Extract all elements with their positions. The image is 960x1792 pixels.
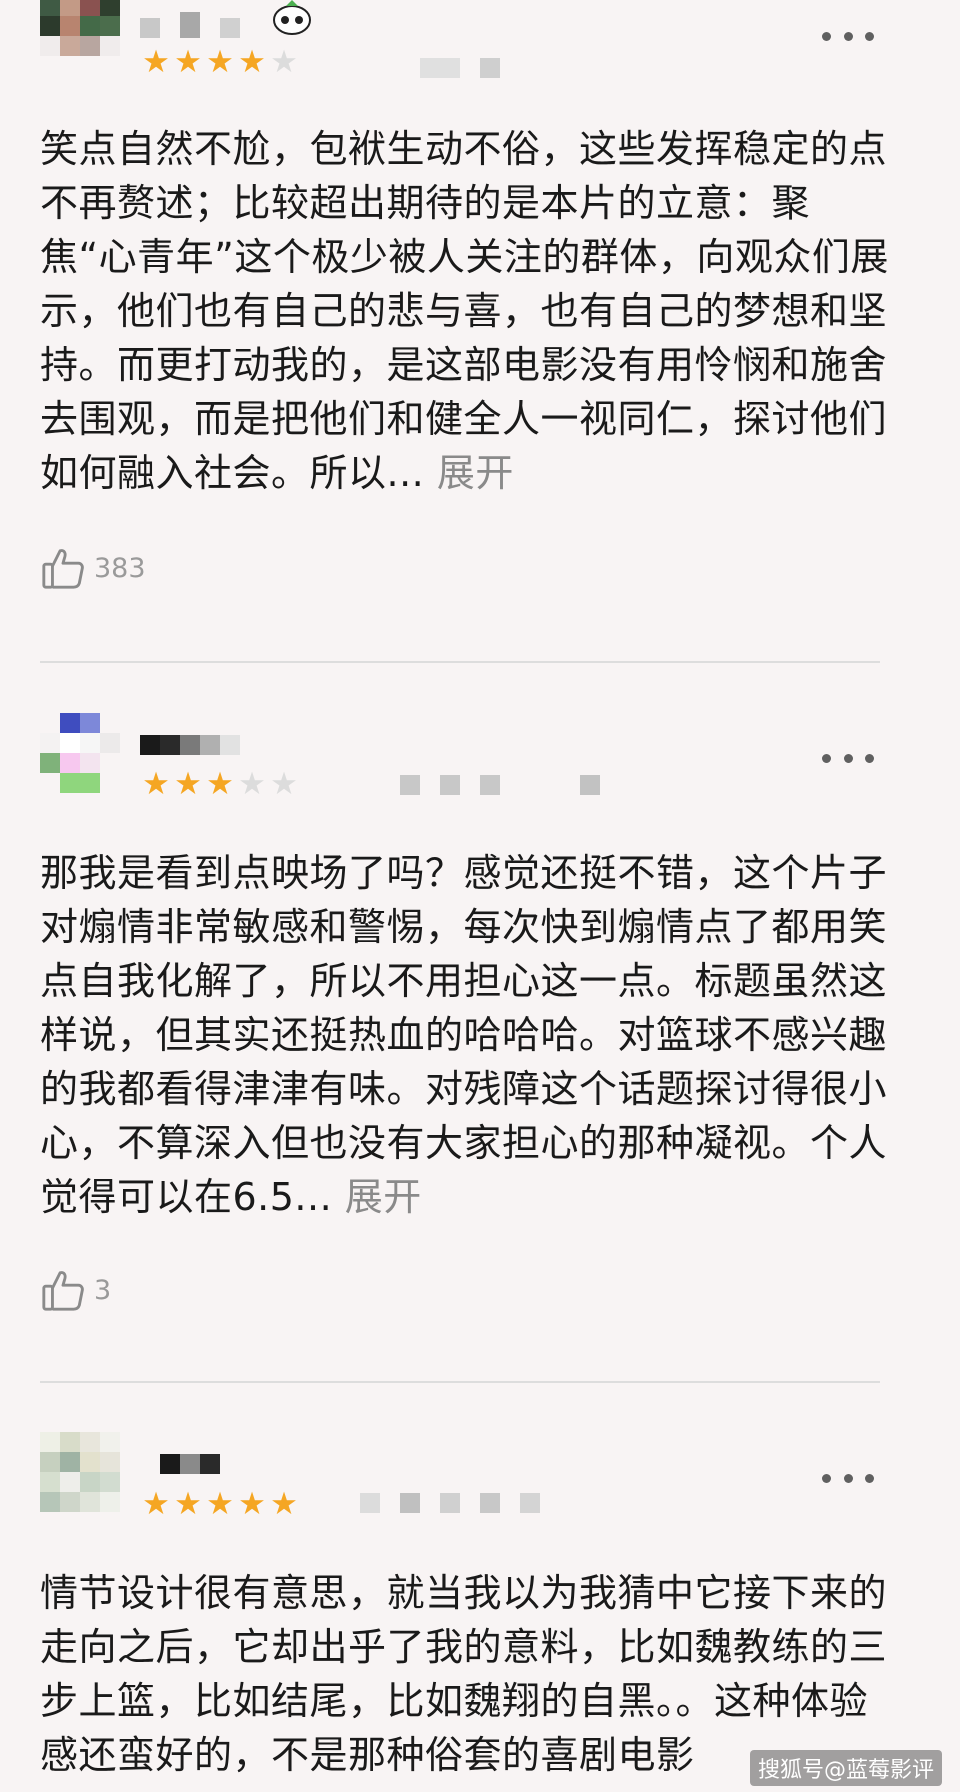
like-button[interactable]: 383 (40, 544, 146, 592)
star-icon: ★ (238, 1485, 266, 1522)
more-dots-icon (822, 31, 831, 41)
divider (40, 1381, 880, 1383)
thumbs-up-icon (42, 549, 84, 589)
review-body: 情节设计很有意思，就当我以为我猜中它接下来的走向之后，它却出乎了我的意料，比如魏… (40, 1571, 888, 1777)
like-button[interactable]: 3 (40, 1266, 111, 1314)
more-options-button[interactable] (822, 748, 874, 768)
star-icon: ★ (238, 765, 266, 802)
review-text: 笑点自然不尬，包袱生动不俗，这些发挥稳定的点不再赘述；比较超出期待的是本片的立意… (40, 122, 890, 500)
more-dots-icon (822, 1473, 831, 1483)
thumbs-up-icon (42, 1271, 84, 1311)
more-options-button[interactable] (822, 1468, 874, 1488)
star-icon: ★ (174, 765, 202, 802)
review-meta-obscured (400, 775, 620, 795)
more-options-button[interactable] (822, 26, 874, 46)
more-dots-icon (822, 753, 831, 763)
user-avatar[interactable] (40, 1432, 120, 1512)
star-icon: ★ (206, 43, 234, 80)
star-icon: ★ (270, 1485, 298, 1522)
star-icon: ★ (142, 765, 170, 802)
like-count: 383 (94, 552, 146, 584)
star-icon: ★ (174, 1485, 202, 1522)
rating-stars: ★ ★ ★ ★ ★ (140, 45, 300, 79)
star-icon: ★ (270, 765, 298, 802)
expand-link[interactable]: 展开 (345, 1175, 422, 1219)
username-obscured[interactable] (140, 735, 240, 755)
username-obscured[interactable] (140, 1454, 220, 1474)
star-icon: ★ (142, 43, 170, 80)
like-count: 3 (94, 1274, 112, 1306)
review-body: 那我是看到点映场了吗？感觉还挺不错，这个片子对煽情非常敏感和警惕，每次快到煽情点… (40, 851, 888, 1219)
rating-stars: ★ ★ ★ ★ ★ (140, 767, 300, 801)
rating-stars: ★ ★ ★ ★ ★ (140, 1487, 300, 1521)
watermark: 搜狐号@蓝莓影评 (749, 1750, 942, 1786)
star-icon: ★ (206, 765, 234, 802)
star-icon: ★ (142, 1485, 170, 1522)
star-icon: ★ (238, 43, 266, 80)
star-icon: ★ (206, 1485, 234, 1522)
divider (40, 661, 880, 663)
user-avatar[interactable] (40, 713, 120, 793)
user-avatar[interactable] (40, 0, 120, 56)
review-meta-obscured (420, 58, 520, 78)
star-icon: ★ (270, 43, 298, 80)
username-obscured[interactable] (140, 12, 240, 38)
user-badge-icon (273, 0, 311, 35)
review-body: 笑点自然不尬，包袱生动不俗，这些发挥稳定的点不再赘述；比较超出期待的是本片的立意… (40, 127, 889, 495)
star-icon: ★ (174, 43, 202, 80)
review-meta-obscured (360, 1493, 560, 1513)
expand-link[interactable]: 展开 (437, 451, 514, 495)
review-text: 那我是看到点映场了吗？感觉还挺不错，这个片子对煽情非常敏感和警惕，每次快到煽情点… (40, 846, 890, 1224)
